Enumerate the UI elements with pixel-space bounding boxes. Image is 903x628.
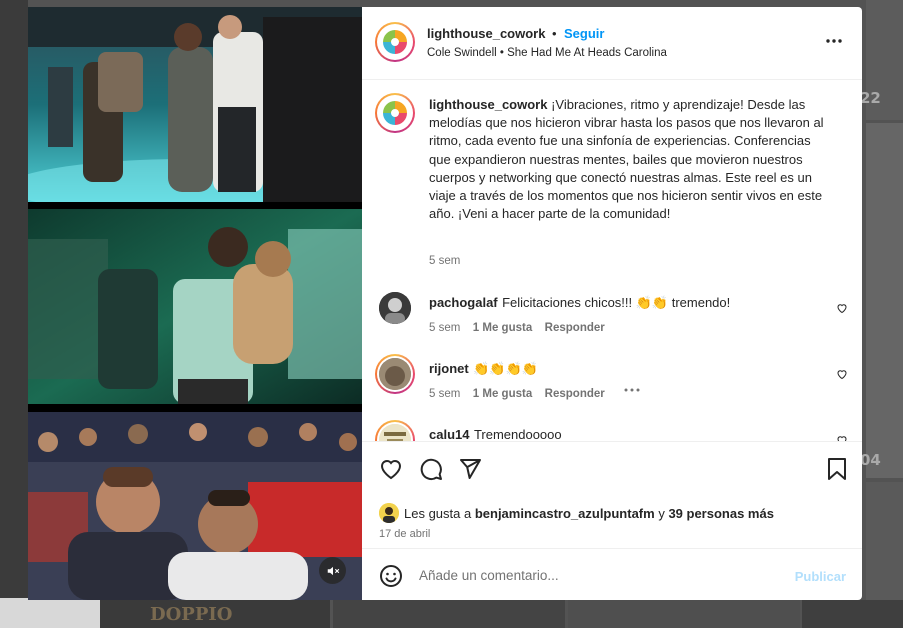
comment-avatar[interactable] <box>375 354 415 394</box>
comment-like-icon[interactable] <box>836 302 848 314</box>
likes-prefix: Les gusta a <box>404 506 475 521</box>
user-photo-icon <box>379 503 399 523</box>
likes-summary: Les gusta a benjamincastro_azulpuntafm y… <box>404 506 774 521</box>
comment-item: calu14 Tremendooooo <box>429 426 562 441</box>
follow-button[interactable]: Seguir <box>564 26 604 41</box>
comments-section[interactable]: lighthouse_cowork ¡Vibraciones, ritmo y … <box>362 81 862 441</box>
reply-button[interactable]: Responder <box>545 388 605 400</box>
more-options-button[interactable] <box>826 28 842 49</box>
author-username[interactable]: lighthouse_cowork <box>427 26 545 41</box>
background-left-strip <box>0 0 28 598</box>
likes-middle: y <box>654 506 669 521</box>
comment-avatar[interactable] <box>379 292 411 324</box>
comment-text: Tremendooooo <box>473 427 562 441</box>
comment-item: rijonet 👏👏👏👏 <box>429 360 538 378</box>
comment-username[interactable]: calu14 <box>429 427 469 441</box>
comment-likes[interactable]: 1 Me gusta <box>473 388 532 400</box>
background-tile <box>333 600 565 628</box>
video-frame-couple <box>28 209 362 404</box>
user-photo-icon <box>379 292 411 324</box>
background-tile <box>568 600 800 628</box>
emoji-icon[interactable] <box>379 564 403 588</box>
likes-others-link[interactable]: 39 personas más <box>668 506 774 521</box>
background-number: 04 <box>860 451 881 469</box>
post-modal: lighthouse_cowork • Seguir Cole Swindell… <box>28 7 862 600</box>
separator-dot: • <box>552 26 557 41</box>
comment-item: pachogalaf Felicitaciones chicos!!! 👏👏 t… <box>429 294 730 312</box>
comment-text: Felicitaciones chicos!!! 👏👏 tremendo! <box>502 295 731 310</box>
background-tile <box>866 482 903 600</box>
comment-more-icon[interactable] <box>624 388 640 392</box>
comment-like-icon[interactable] <box>836 434 848 441</box>
caption-username[interactable]: lighthouse_cowork <box>429 97 547 112</box>
publish-button[interactable]: Publicar <box>795 569 846 584</box>
add-comment-bar: Añade un comentario... Publicar <box>362 548 862 600</box>
post-caption: lighthouse_cowork ¡Vibraciones, ritmo y … <box>429 96 827 223</box>
mute-icon <box>327 566 339 575</box>
author-avatar[interactable] <box>375 22 415 62</box>
comment-input[interactable]: Añade un comentario... <box>419 568 559 583</box>
comment-text: 👏👏👏👏 <box>473 361 538 376</box>
reply-button[interactable]: Responder <box>545 322 605 334</box>
post-actions: Les gusta a benjamincastro_azulpuntafm y… <box>362 441 862 548</box>
comment-likes[interactable]: 1 Me gusta <box>473 322 532 334</box>
caption-text: ¡Vibraciones, ritmo y aprendizaje! Desde… <box>429 97 824 222</box>
user-photo-icon <box>379 358 411 390</box>
user-photo-icon <box>379 424 411 441</box>
comment-meta: 5 sem 1 Me gusta Responder <box>429 384 605 402</box>
mute-button[interactable] <box>319 557 346 584</box>
comment-like-icon[interactable] <box>836 368 848 380</box>
audio-track-link[interactable]: Cole Swindell • She Had Me At Heads Caro… <box>427 47 667 59</box>
background-footer-strip <box>0 598 106 628</box>
comment-time[interactable]: 5 sem <box>429 388 460 400</box>
caption-author-avatar[interactable] <box>375 93 415 133</box>
background-shop-sign: DOPPIO <box>150 604 233 625</box>
reel-video[interactable] <box>28 7 362 600</box>
comment-time[interactable]: 5 sem <box>429 322 460 334</box>
more-options-icon <box>826 39 842 43</box>
liker-username[interactable]: benjamincastro_azulpuntafm <box>475 506 655 521</box>
lighthouse-logo-icon <box>379 97 411 129</box>
comment-icon[interactable] <box>419 457 443 481</box>
comment-avatar[interactable] <box>375 420 415 441</box>
caption-timestamp[interactable]: 5 sem <box>429 255 460 267</box>
comment-username[interactable]: pachogalaf <box>429 295 498 310</box>
lighthouse-logo-icon <box>379 26 411 58</box>
heart-icon[interactable] <box>379 457 403 481</box>
video-frame-selfie <box>28 412 362 600</box>
bookmark-icon[interactable] <box>826 457 848 481</box>
liker-avatar[interactable] <box>379 503 399 523</box>
share-icon[interactable] <box>458 457 482 481</box>
background-tile <box>802 600 903 628</box>
comment-meta: 5 sem 1 Me gusta Responder <box>429 318 605 336</box>
comment-username[interactable]: rijonet <box>429 361 469 376</box>
background-tile <box>866 123 903 478</box>
video-frame-dancing <box>28 7 362 202</box>
post-details-panel: lighthouse_cowork • Seguir Cole Swindell… <box>362 7 862 600</box>
post-date[interactable]: 17 de abril <box>379 528 430 540</box>
post-header: lighthouse_cowork • Seguir Cole Swindell… <box>362 7 862 80</box>
background-number: 22 <box>860 89 881 107</box>
